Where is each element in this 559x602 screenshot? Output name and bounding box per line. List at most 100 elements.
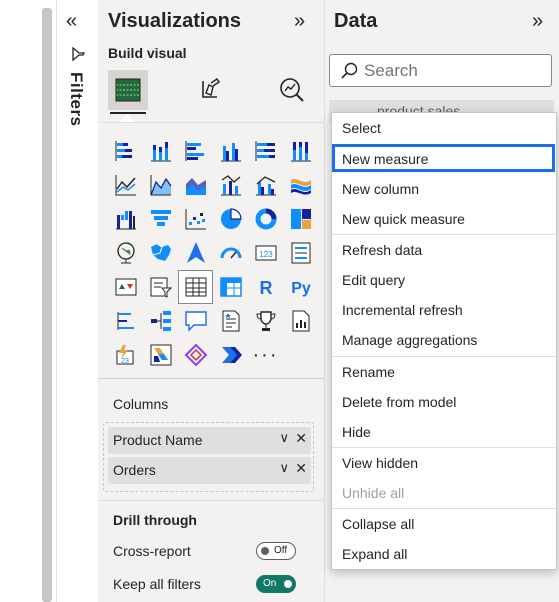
divider bbox=[98, 378, 324, 379]
table-visual-icon[interactable] bbox=[178, 270, 213, 304]
menu-item-manage-aggregations[interactable]: Manage aggregations bbox=[332, 326, 555, 354]
power-apps-icon[interactable]: 23 bbox=[108, 338, 143, 372]
azure-map-icon[interactable] bbox=[178, 236, 213, 270]
qa-visual-icon[interactable] bbox=[178, 304, 213, 338]
menu-item-view-hidden[interactable]: View hidden bbox=[332, 449, 555, 477]
paintbrush-icon bbox=[202, 78, 220, 98]
build-visual-tab[interactable] bbox=[108, 70, 148, 110]
menu-item-new-quick-measure[interactable]: New quick measure bbox=[332, 205, 555, 233]
canvas-scrollbar[interactable] bbox=[42, 8, 52, 602]
stacked-column-chart-icon[interactable] bbox=[143, 134, 178, 168]
toggle-state: Off bbox=[274, 545, 288, 556]
menu-item-hide[interactable]: Hide bbox=[332, 418, 555, 446]
data-pane-title: Data bbox=[334, 10, 378, 32]
filled-map-icon[interactable] bbox=[143, 236, 178, 270]
r-visual-icon[interactable]: R bbox=[248, 270, 283, 304]
decomposition-tree-icon[interactable] bbox=[143, 304, 178, 338]
search-icon bbox=[339, 61, 359, 86]
paginated-report-icon[interactable] bbox=[283, 304, 318, 338]
menu-item-unhide-all: Unhide all bbox=[342, 485, 405, 501]
chevron-visual-icon[interactable] bbox=[213, 338, 248, 372]
waterfall-chart-icon[interactable] bbox=[108, 202, 143, 236]
svg-text:R: R bbox=[259, 278, 272, 298]
ribbon-chart-icon[interactable] bbox=[283, 168, 318, 202]
menu-item-incremental-refresh[interactable]: Incremental refresh bbox=[332, 296, 555, 324]
divider bbox=[98, 122, 324, 123]
smart-narrative-icon[interactable] bbox=[213, 304, 248, 338]
columns-well-label: Columns bbox=[113, 396, 169, 412]
100-stacked-bar-chart-icon[interactable] bbox=[248, 134, 283, 168]
chevron-down-icon[interactable]: ∨ bbox=[279, 430, 289, 446]
treemap-icon[interactable] bbox=[283, 202, 318, 236]
line-and-stacked-column-chart-icon[interactable] bbox=[213, 168, 248, 202]
scatter-chart-icon[interactable] bbox=[178, 202, 213, 236]
menu-item-select[interactable]: Select bbox=[332, 114, 555, 142]
field-pill-product-name[interactable]: Product Name ∨ ✕ bbox=[108, 427, 311, 454]
menu-item-refresh-data[interactable]: Refresh data bbox=[332, 236, 555, 264]
remove-field-icon[interactable]: ✕ bbox=[295, 460, 307, 477]
svg-text:23: 23 bbox=[121, 358, 129, 365]
drill-through-title: Drill through bbox=[113, 512, 197, 528]
python-visual-icon[interactable]: Py bbox=[283, 270, 318, 304]
stacked-bar-chart-icon[interactable] bbox=[108, 134, 143, 168]
line-and-clustered-column-chart-icon[interactable] bbox=[248, 168, 283, 202]
svg-text:123: 123 bbox=[259, 250, 273, 259]
menu-divider bbox=[332, 447, 555, 448]
field-pill-label: Product Name bbox=[113, 432, 203, 448]
chevron-down-icon[interactable]: ∨ bbox=[279, 460, 289, 476]
svg-text:Py: Py bbox=[291, 280, 311, 297]
search-input[interactable] bbox=[364, 61, 544, 81]
keep-all-filters-label: Keep all filters bbox=[113, 576, 201, 592]
menu-divider bbox=[332, 234, 555, 235]
build-visual-label: Build visual bbox=[108, 45, 187, 61]
expand-icon[interactable]: » bbox=[294, 10, 305, 33]
menu-item-collapse-all[interactable]: Collapse all bbox=[332, 510, 555, 538]
slicer-icon[interactable] bbox=[143, 270, 178, 304]
filters-label[interactable]: Filters bbox=[66, 72, 86, 127]
donut-chart-icon[interactable] bbox=[248, 202, 283, 236]
toggle-knob bbox=[284, 580, 292, 588]
analytics-tab[interactable] bbox=[272, 70, 312, 110]
menu-item-delete-from-model[interactable]: Delete from model bbox=[332, 388, 555, 416]
toggle-state: On bbox=[263, 578, 277, 589]
field-pill-orders[interactable]: Orders ∨ ✕ bbox=[108, 457, 311, 484]
pie-chart-icon[interactable] bbox=[213, 202, 248, 236]
stacked-area-chart-icon[interactable] bbox=[178, 168, 213, 202]
collapse-icon[interactable]: « bbox=[66, 10, 77, 33]
power-automate-icon[interactable] bbox=[143, 338, 178, 372]
diamond-visual-icon[interactable] bbox=[178, 338, 213, 372]
field-pill-label: Orders bbox=[113, 462, 156, 478]
gauge-icon[interactable] bbox=[213, 236, 248, 270]
map-globe-icon[interactable] bbox=[108, 236, 143, 270]
keep-all-filters-toggle[interactable]: On bbox=[256, 575, 296, 593]
remove-field-icon[interactable]: ✕ bbox=[295, 430, 307, 447]
menu-item-edit-query[interactable]: Edit query bbox=[332, 266, 555, 294]
funnel-chart-icon[interactable] bbox=[143, 202, 178, 236]
filter-funnel-icon bbox=[70, 46, 86, 67]
menu-item-new-measure[interactable]: New measure bbox=[332, 144, 555, 172]
cross-report-label: Cross-report bbox=[113, 543, 191, 559]
menu-item-expand-all[interactable]: Expand all bbox=[332, 540, 555, 568]
matrix-icon[interactable] bbox=[213, 270, 248, 304]
kpi-icon[interactable] bbox=[108, 270, 143, 304]
key-influencers-icon[interactable] bbox=[108, 304, 143, 338]
more-visuals-icon[interactable]: ··· bbox=[248, 338, 283, 372]
cross-report-toggle[interactable]: Off bbox=[256, 542, 296, 560]
card-icon[interactable]: 123 bbox=[248, 236, 283, 270]
toggle-knob bbox=[261, 547, 269, 555]
menu-divider bbox=[332, 356, 555, 357]
clustered-bar-chart-icon[interactable] bbox=[178, 134, 213, 168]
goals-trophy-icon[interactable] bbox=[248, 304, 283, 338]
expand-icon[interactable]: » bbox=[532, 10, 543, 33]
divider bbox=[98, 500, 324, 501]
area-chart-icon[interactable] bbox=[143, 168, 178, 202]
menu-item-new-column[interactable]: New column bbox=[332, 175, 555, 203]
line-chart-icon[interactable] bbox=[108, 168, 143, 202]
format-visual-tab[interactable] bbox=[190, 70, 230, 110]
visualizations-title: Visualizations bbox=[108, 10, 242, 32]
100-stacked-column-chart-icon[interactable] bbox=[283, 134, 318, 168]
menu-item-rename[interactable]: Rename bbox=[332, 358, 555, 386]
multi-row-card-icon[interactable] bbox=[283, 236, 318, 270]
analytics-magnifier-icon bbox=[280, 78, 304, 102]
clustered-column-chart-icon[interactable] bbox=[213, 134, 248, 168]
